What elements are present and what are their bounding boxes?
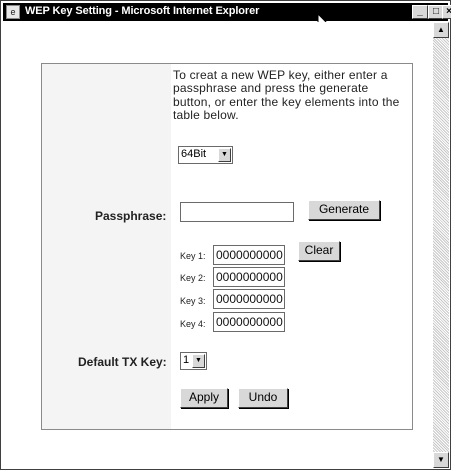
key1-label: Key 1:: [180, 251, 206, 261]
undo-button[interactable]: Undo: [238, 388, 288, 408]
wep-settings-panel: To creat a new WEP key, either enter a p…: [41, 63, 413, 430]
browser-window: e WEP Key Setting - Microsoft Internet E…: [0, 0, 451, 470]
scroll-down-arrow-icon[interactable]: ▼: [433, 452, 449, 468]
page-content: To creat a new WEP key, either enter a p…: [3, 22, 431, 468]
title-bar[interactable]: e WEP Key Setting - Microsoft Internet E…: [3, 3, 451, 21]
chevron-down-icon[interactable]: ▼: [218, 148, 231, 162]
instructions-text: To creat a new WEP key, either enter a p…: [173, 68, 400, 123]
clear-button[interactable]: Clear: [298, 241, 340, 261]
key1-input[interactable]: 0000000000: [213, 245, 285, 265]
key3-input[interactable]: 0000000000: [213, 289, 285, 309]
minimize-button[interactable]: _: [412, 5, 428, 19]
chevron-down-icon[interactable]: ▼: [192, 354, 205, 368]
key4-label: Key 4:: [180, 319, 206, 329]
close-button[interactable]: ×: [442, 5, 451, 19]
default-tx-key-label: Default TX Key:: [78, 355, 167, 369]
key-length-value: 64Bit: [181, 148, 207, 160]
apply-button[interactable]: Apply: [180, 388, 228, 408]
key3-label: Key 3:: [180, 296, 206, 306]
default-tx-key-select[interactable]: 1 ▼: [180, 352, 207, 370]
key-length-select[interactable]: 64Bit ▼: [178, 146, 233, 164]
key4-input[interactable]: 0000000000: [213, 312, 285, 332]
key2-input[interactable]: 0000000000: [213, 267, 285, 287]
vertical-scrollbar[interactable]: ▲ ▼: [433, 22, 449, 468]
ie-app-icon: e: [6, 5, 20, 19]
generate-button[interactable]: Generate: [308, 200, 380, 220]
default-tx-key-value: 1: [183, 354, 190, 366]
passphrase-label: Passphrase:: [95, 209, 167, 223]
passphrase-input[interactable]: [180, 202, 294, 222]
key2-label: Key 2:: [180, 273, 206, 283]
window-title: WEP Key Setting - Microsoft Internet Exp…: [25, 5, 260, 17]
scroll-up-arrow-icon[interactable]: ▲: [433, 22, 449, 38]
